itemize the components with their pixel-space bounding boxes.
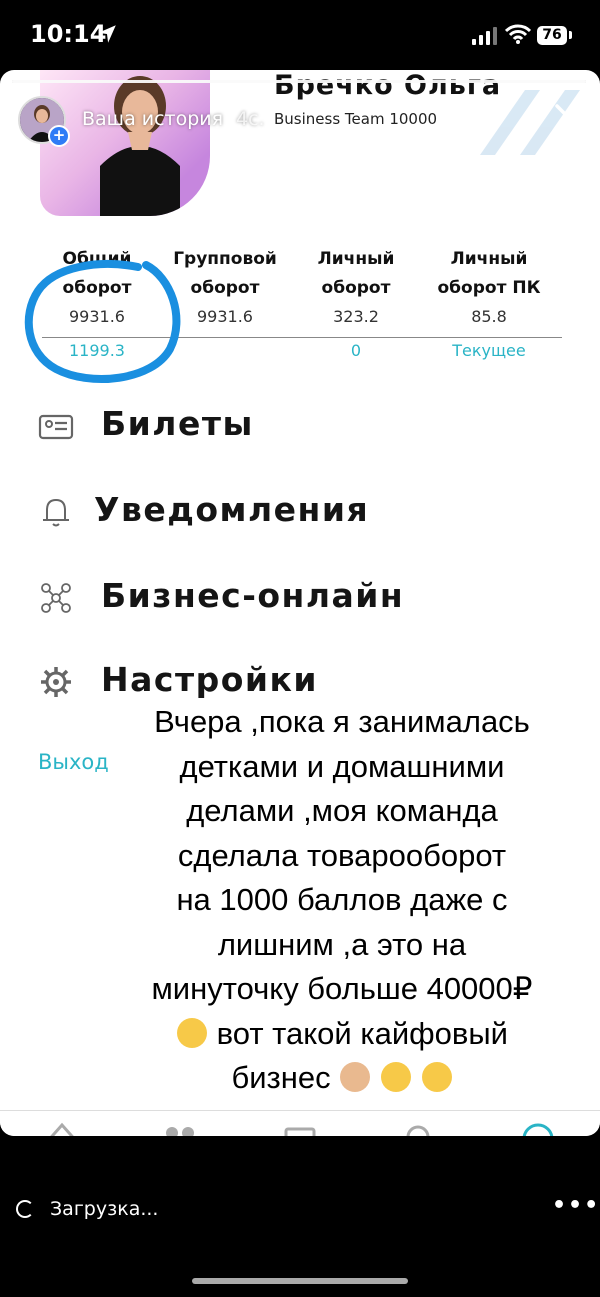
value-personal-turnover-pk: 85.8 [471,307,507,326]
bell-icon [43,498,69,527]
header-personal-turnover: Личный оборот [317,249,395,298]
caption-line-with-emoji: бизнес [136,1056,548,1101]
clock: 10:14 [30,20,107,48]
menu-item-notifications[interactable]: Уведомления [0,482,600,542]
caption-line: сделала товарооборот [177,837,507,873]
menu-item-business-online[interactable]: Бизнес-онлайн [0,568,600,628]
menu-label: Уведомления [94,490,370,529]
battery-indicator: 76 [537,26,567,45]
caption-line-with-emoji: вот такой кайфовый [136,1012,548,1057]
network-icon [41,583,71,613]
card-icon[interactable] [280,1121,320,1136]
menu-label: Билеты [101,404,254,443]
home-indicator[interactable] [192,1278,408,1284]
caption-line: лишним ,а это на [217,926,467,962]
grinning-sweat-emoji-icon [380,1062,411,1092]
story-caption: Вчера ,пока я занималась детками и домаш… [136,700,548,1101]
gear-icon [41,667,71,697]
profile-icon[interactable] [518,1121,558,1136]
team-name: Business Team 10000 [274,110,438,128]
sub-value-personal: 0 [350,341,362,360]
menu-label: Бизнес-онлайн [101,576,405,615]
woman-office-worker-emoji-icon [340,1062,371,1092]
menu-item-tickets[interactable]: Билеты [0,396,600,456]
loading-label: Загрузка... [50,1198,159,1220]
close-icon[interactable] [548,97,594,143]
loading-spinner-icon [16,1200,34,1218]
location-arrow-icon [98,25,116,43]
story-content[interactable]: Бречко Ольга Business Team 10000 + Ваша … [0,70,600,1136]
ticket-icon [38,414,74,440]
story-age: 4с. [236,108,265,130]
caption-line: делами ,моя команда [186,793,498,828]
value-personal-turnover: 323.2 [333,307,379,326]
sub-value-current: Текущее [452,341,526,360]
screaming-face-emoji-icon [177,1017,208,1048]
caption-line: детками и домашними [179,748,505,784]
app-tab-bar [0,1110,600,1136]
cellular-signal-icon [472,27,497,45]
status-bar: 10:14 76 [0,0,600,70]
logout-link[interactable]: Выход [38,750,109,774]
profile-name: Бречко Ольга [274,70,502,101]
caption-line: Вчера ,пока я занималась [154,704,530,739]
caption-line: на 1000 баллов даже с [176,882,508,917]
wifi-icon [505,24,531,44]
battery-tip [569,31,572,39]
team-icon[interactable] [160,1121,200,1136]
shop-icon[interactable] [398,1121,438,1136]
more-options-icon[interactable]: ••• [552,1193,600,1218]
header-personal-turnover-pk: Личный оборот ПК [437,249,541,298]
your-story-label: Ваша история [82,108,224,130]
add-story-plus-icon[interactable]: + [48,125,70,147]
menu-label: Настройки [101,660,319,699]
home-icon[interactable] [42,1121,82,1136]
zany-face-emoji-icon [421,1062,452,1092]
caption-line: минуточку больше 40000₽ [151,971,533,1006]
story-progress-bar [12,80,586,83]
hand-drawn-highlight-circle [24,260,181,383]
